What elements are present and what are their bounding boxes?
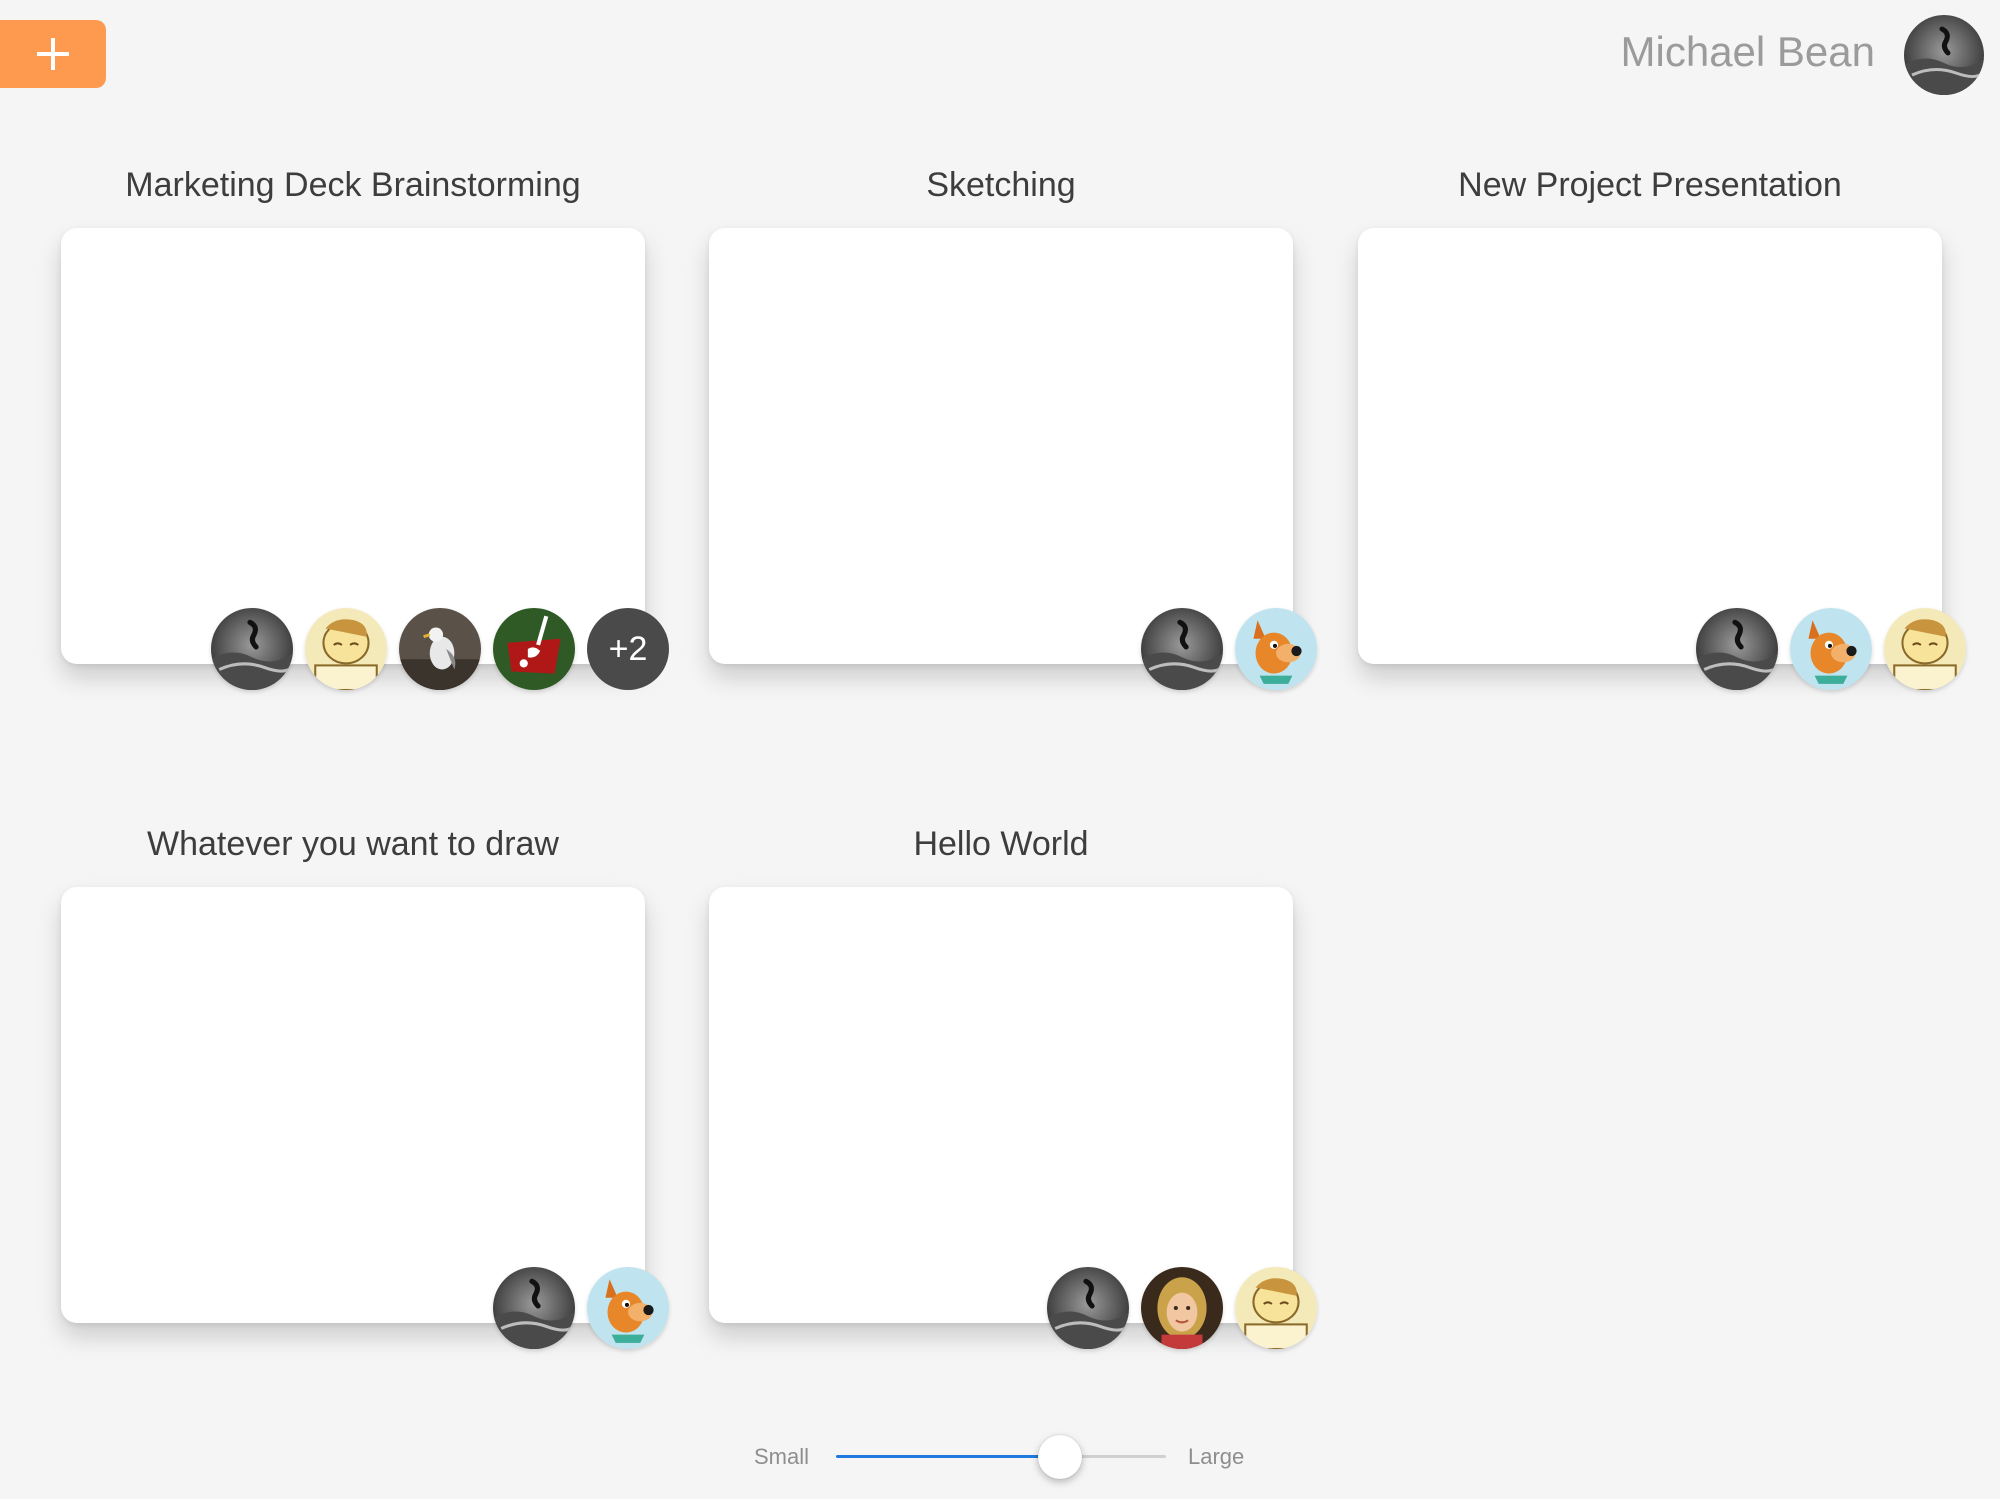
grayscale-surfer-avatar[interactable]: [1141, 608, 1223, 690]
project-card: New Project Presentation: [1358, 160, 1966, 690]
grayscale-surfer-avatar[interactable]: [1696, 608, 1778, 690]
cartoon-dog-avatar[interactable]: [1790, 608, 1872, 690]
user-avatar[interactable]: [1904, 15, 1984, 95]
red-graphic-avatar[interactable]: [493, 608, 575, 690]
slider-track[interactable]: [836, 1435, 1166, 1479]
cartoon-dog-avatar[interactable]: [1235, 608, 1317, 690]
slider-max-label: Large: [1188, 1444, 1245, 1469]
plus-icon: [37, 38, 69, 70]
thumbnail-size-slider: Small Large: [740, 1435, 1260, 1490]
slider-min-label: Small: [754, 1444, 810, 1469]
grayscale-surfer-avatar[interactable]: [1047, 1267, 1129, 1349]
project-card: Hello World: [709, 819, 1317, 1349]
board-thumbnail[interactable]: [61, 228, 645, 664]
girl-portrait-avatar[interactable]: [1141, 1267, 1223, 1349]
slider-fill: [836, 1455, 1061, 1458]
cartoon-dog-avatar[interactable]: [587, 1267, 669, 1349]
project-title: New Project Presentation: [1458, 166, 1842, 204]
project-title: Hello World: [913, 825, 1089, 863]
project-title: Sketching: [926, 166, 1076, 204]
board-thumbnail[interactable]: [61, 887, 645, 1323]
cartoon-character-avatar[interactable]: [1884, 608, 1966, 690]
more-collaborators-badge[interactable]: +2: [587, 608, 669, 690]
cartoon-character-avatar[interactable]: [1235, 1267, 1317, 1349]
project-card: Marketing Deck Brainstorming +2: [61, 160, 669, 690]
project-card: Whatever you want to draw: [61, 819, 669, 1349]
seagull-avatar[interactable]: [399, 608, 481, 690]
cartoon-character-avatar[interactable]: [305, 608, 387, 690]
slider-thumb[interactable]: [1038, 1435, 1083, 1479]
board-thumbnail[interactable]: [709, 887, 1293, 1323]
board-thumbnail[interactable]: [709, 228, 1293, 664]
project-title: Whatever you want to draw: [147, 825, 559, 863]
collaborator-list: [1696, 608, 1966, 690]
add-board-button[interactable]: [0, 20, 106, 88]
project-card: Sketching: [709, 160, 1317, 690]
collaborator-list: [493, 1267, 669, 1349]
collaborator-list: [1141, 608, 1317, 690]
collaborator-list: [1047, 1267, 1317, 1349]
board-thumbnail[interactable]: [1358, 228, 1942, 664]
grayscale-surfer-avatar[interactable]: [493, 1267, 575, 1349]
project-title: Marketing Deck Brainstorming: [125, 166, 581, 204]
collaborator-list: +2: [211, 608, 669, 690]
user-name[interactable]: Michael Bean: [1621, 28, 1875, 76]
grayscale-surfer-avatar[interactable]: [211, 608, 293, 690]
boards-screen: Michael Bean Marketing Deck Brainstormin…: [0, 0, 2000, 1499]
